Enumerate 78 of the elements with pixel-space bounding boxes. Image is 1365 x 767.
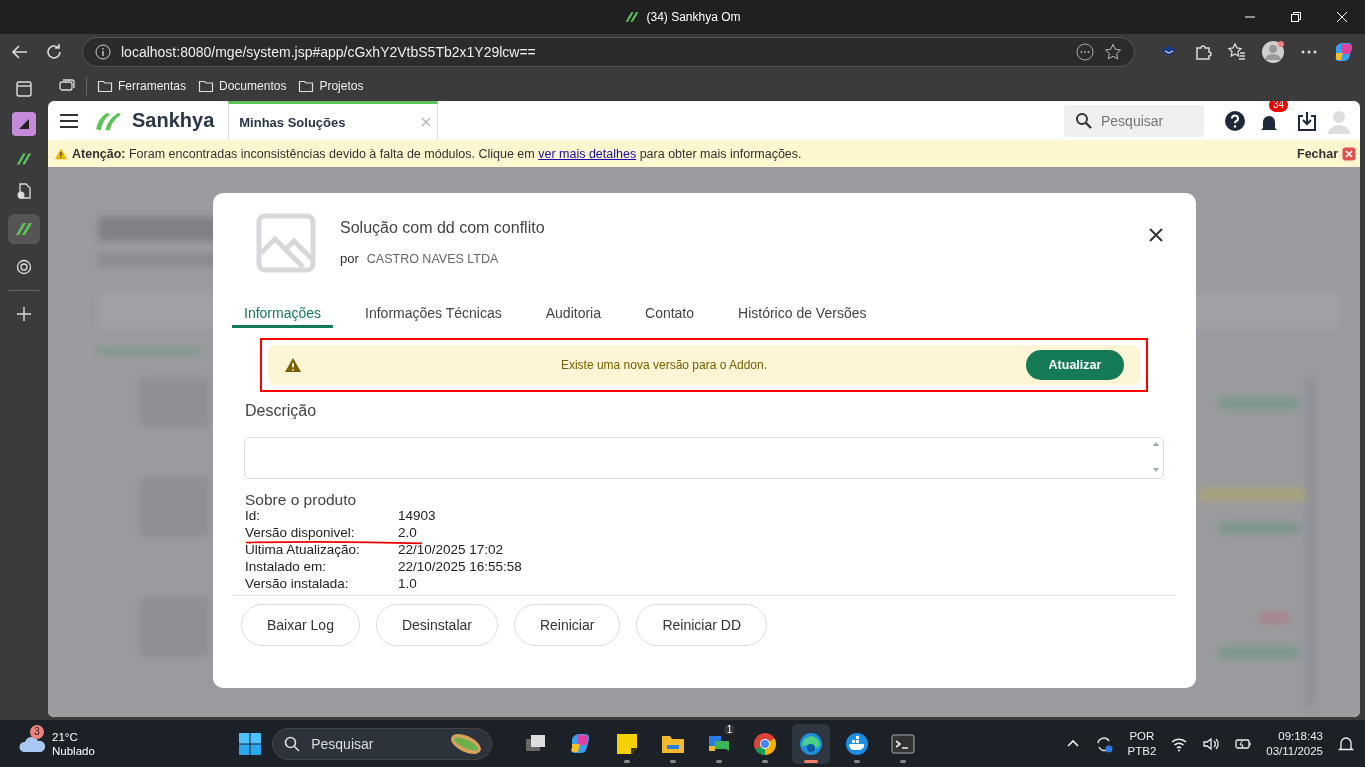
window-title: (34) Sankhya Om xyxy=(646,10,741,24)
section-heading: Sobre o produto xyxy=(245,491,358,509)
action-button[interactable]: Reiniciar DD xyxy=(636,604,767,646)
description-label: Descrição xyxy=(245,402,318,420)
address-bar[interactable]: localhost:8080/mge/system.jsp#app/cGxhY2VtbS5Tb2x1Y29lcw== xyxy=(82,37,1135,67)
whale-icon xyxy=(844,730,871,757)
action-button[interactable]: Desinstalar xyxy=(375,604,498,646)
chrome-icon xyxy=(752,730,779,757)
field-value: 1.0 xyxy=(398,577,418,591)
leaf-logo-icon xyxy=(624,9,641,25)
sidebar-panel-icon[interactable] xyxy=(15,80,33,98)
notification-badge: 34 xyxy=(1268,101,1288,112)
weather-condition: Nublado xyxy=(52,744,95,757)
warning-icon xyxy=(284,356,302,374)
tab[interactable]: Histórico de Versões xyxy=(726,301,879,328)
reload-icon[interactable] xyxy=(44,42,64,62)
clock[interactable]: 09:18:43 03/11/2025 xyxy=(1266,730,1323,757)
field-label: Versão disponivel: xyxy=(245,526,356,540)
warning-message: Atenção: Foram encontradas inconsistências devido à falta de módulos. Clique em ver mais detalhes para obter mais informações. xyxy=(72,146,802,161)
close-icon xyxy=(1336,11,1348,23)
search-icon xyxy=(1075,111,1093,130)
bookmark-item[interactable]: Documentos xyxy=(198,77,287,94)
temperature: 21°C xyxy=(52,730,79,743)
restore-icon xyxy=(1290,11,1302,23)
weather-badge: 3 xyxy=(30,724,44,739)
add-icon[interactable] xyxy=(15,305,33,323)
logo-text: Sankhya xyxy=(132,109,215,132)
start-icon[interactable] xyxy=(238,731,263,756)
addon-title: Solução com dd com conflito xyxy=(340,219,545,237)
tab[interactable]: Informações xyxy=(232,301,334,328)
alert-message: Existe uma nova versão para o Addon. xyxy=(559,358,769,372)
close-icon[interactable] xyxy=(1148,227,1164,243)
taskbar-app[interactable] xyxy=(792,723,831,764)
taskbar-search-field[interactable]: Pesquisar xyxy=(272,727,493,760)
language-indicator[interactable]: POR PTB2 xyxy=(1127,730,1157,757)
tab[interactable]: Informações Técnicas xyxy=(353,301,514,328)
search-field[interactable]: Pesquisar xyxy=(1064,104,1204,137)
field-label: Versão instalada: xyxy=(245,577,350,591)
file-icon[interactable] xyxy=(15,182,33,200)
help-icon[interactable] xyxy=(1224,109,1246,132)
workspace-icon[interactable] xyxy=(12,112,36,136)
bookmark-item[interactable]: Ferramentas xyxy=(97,77,187,94)
app-badge: 1 xyxy=(723,723,736,735)
flower-icon[interactable] xyxy=(15,258,33,276)
leaf-logo-icon[interactable] xyxy=(8,214,40,244)
info-icon xyxy=(95,44,111,60)
field-value: 22/10/2025 17:02 xyxy=(398,543,505,557)
field-value: 22/10/2025 16:55:58 xyxy=(398,560,523,574)
by-label: por xyxy=(340,251,359,266)
field-label: Id: xyxy=(245,509,261,523)
star-icon[interactable] xyxy=(1104,43,1122,61)
download-icon[interactable] xyxy=(1296,109,1318,132)
vendor-name: CASTRO NAVES LTDA xyxy=(366,252,499,266)
favorites-icon[interactable] xyxy=(1227,42,1247,62)
taskbar-app[interactable]: 1 xyxy=(700,723,739,764)
action-button[interactable]: Reiniciar xyxy=(513,604,621,646)
close-icon xyxy=(1342,146,1356,161)
edge-icon xyxy=(798,730,825,757)
more-icon[interactable] xyxy=(1076,43,1094,61)
action-button[interactable]: Baixar Log xyxy=(241,604,360,646)
close-warning-button[interactable]: Fechar xyxy=(1297,146,1356,161)
search-icon xyxy=(284,735,301,752)
field-label: Instalado em: xyxy=(245,560,328,574)
field-value: 14903 xyxy=(398,509,437,523)
field-label: Última Atualização: xyxy=(245,543,361,557)
tab[interactable]: Auditoria xyxy=(533,301,613,328)
scrollbar-arrows-icon[interactable] xyxy=(1151,440,1161,474)
puzzle-icon[interactable] xyxy=(1193,42,1213,62)
bookmark-item[interactable]: Projetos xyxy=(298,77,364,94)
image-placeholder-icon xyxy=(256,213,316,273)
field-value: 2.0 xyxy=(398,526,418,540)
description-field[interactable] xyxy=(244,437,1164,479)
notification-bell-icon[interactable] xyxy=(1337,734,1355,753)
update-button[interactable]: Atualizar xyxy=(1026,350,1124,380)
tab[interactable]: Contato xyxy=(633,301,707,328)
copilot-icon[interactable] xyxy=(1333,41,1355,63)
avatar-icon[interactable] xyxy=(1261,40,1285,64)
details-link[interactable]: ver mais detalhes xyxy=(538,146,637,161)
